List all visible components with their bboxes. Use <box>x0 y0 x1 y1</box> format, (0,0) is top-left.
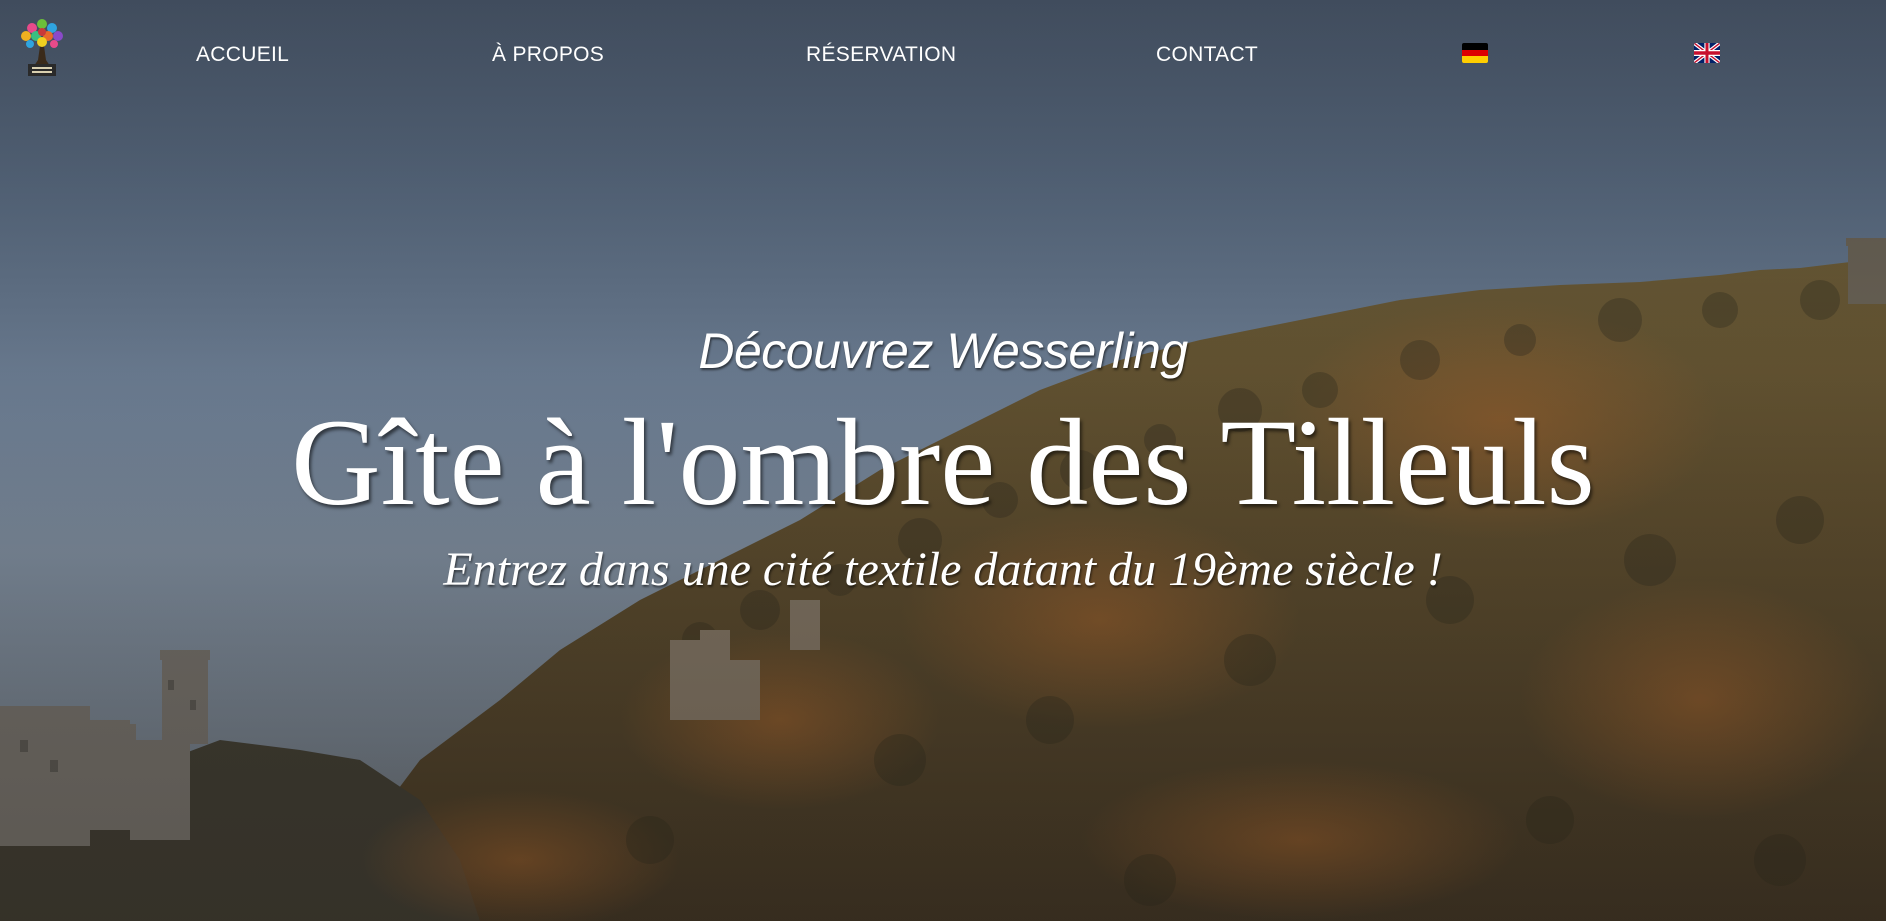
hero-title: Gîte à l'ombre des Tilleuls <box>291 394 1595 531</box>
nav-link-a-propos[interactable]: À PROPOS <box>492 43 604 67</box>
nav-link-contact[interactable]: CONTACT <box>1156 43 1258 67</box>
german-flag-icon[interactable] <box>1462 43 1488 63</box>
hero-subtitle: Entrez dans une cité textile datant du 1… <box>443 543 1443 596</box>
top-navigation: ACCUEIL À PROPOS RÉSERVATION CONTACT <box>0 0 1886 110</box>
tree-logo-icon[interactable] <box>14 12 70 78</box>
nav-link-reservation[interactable]: RÉSERVATION <box>806 43 956 67</box>
hero-tagline: Découvrez Wesserling <box>698 323 1188 379</box>
uk-flag-icon[interactable] <box>1694 43 1720 63</box>
nav-link-accueil[interactable]: ACCUEIL <box>196 43 289 67</box>
